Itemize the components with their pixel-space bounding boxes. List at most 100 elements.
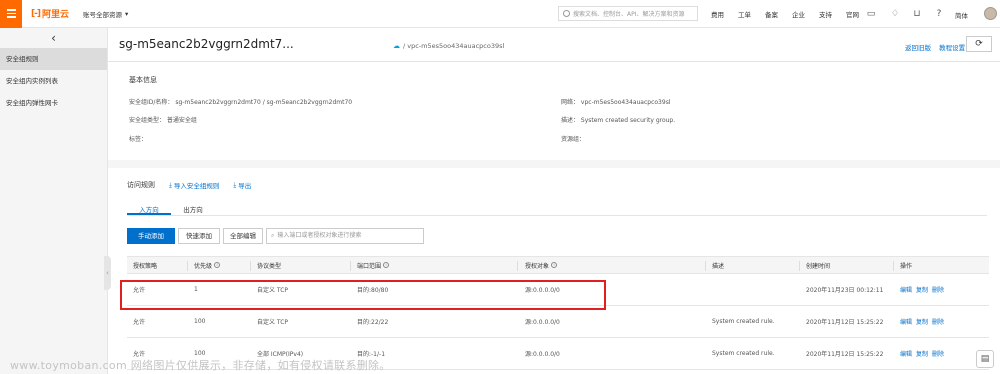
back-to-old-link[interactable]: 返回旧版 (905, 44, 931, 52)
import-rules-link[interactable]: ⤓ 导入安全组规则 (169, 180, 220, 191)
delete-link[interactable]: 删除 (932, 285, 944, 294)
highlight-box (120, 280, 606, 310)
nav-item-billing[interactable]: 费用 (711, 9, 724, 19)
col-separator (350, 261, 351, 271)
col-separator (705, 261, 706, 271)
divider (108, 61, 1000, 62)
sidebar-item-instances[interactable]: 安全组内实例列表 (0, 70, 107, 92)
cell-created: 2020年11月12日 15:25:22 (806, 319, 884, 326)
back-chevron-icon[interactable]: ‹ (0, 28, 107, 48)
cell-source: 源:0.0.0.0/0 (525, 351, 560, 358)
cloud-icon: ☁ (393, 42, 400, 50)
cell-created: 2020年11月23日 00:12:11 (806, 287, 884, 294)
tab-inbound[interactable]: 入方向 (127, 200, 171, 215)
filter-search-icon: ⌕ (271, 232, 275, 239)
language-switch[interactable]: 简体 (955, 10, 968, 20)
manual-add-button[interactable]: 手动添加 (127, 228, 175, 244)
user-avatar[interactable] (984, 7, 997, 20)
nav-item-enterprise[interactable]: 企业 (792, 9, 805, 19)
help-icon[interactable]: ? (934, 9, 944, 19)
menu-icon[interactable] (0, 0, 22, 28)
cell-actions: 编辑 复制 删除 (900, 338, 948, 369)
col-description: 描述 (712, 262, 725, 270)
col-separator (250, 261, 251, 271)
col-separator (893, 261, 894, 271)
logo-text: 阿里云 (41, 10, 69, 20)
table-header: 授权策略 优先级 i 协议类型 端口范围 i 授权对象 i 描述 创建时间 操作 (127, 256, 989, 274)
nav-item-ticket[interactable]: 工单 (738, 9, 751, 19)
global-search-input[interactable]: 搜索文档、控制台、API、解决方案和资源 (558, 6, 698, 21)
delete-link[interactable]: 删除 (932, 317, 944, 326)
account-selector-label: 账号全部资源 (82, 10, 122, 19)
table-row: 允许 100 自定义 TCP 目的:22/22 源:0.0.0.0/0 Syst… (127, 306, 989, 338)
sidebar-item-rules[interactable]: 安全组规则 (0, 48, 107, 70)
col-port-label: 端口范围 (357, 262, 382, 270)
cell-priority: 100 (194, 318, 206, 325)
basic-info-title: 基本信息 (129, 76, 157, 84)
copy-link[interactable]: 复制 (916, 317, 928, 326)
title-vpc-text: / vpc-m5es5oo434auacpco39sl (403, 42, 505, 50)
copy-link[interactable]: 复制 (916, 349, 928, 358)
field-resource-group: 资源组： (561, 136, 586, 143)
header-links: 返回旧版 教程设置 (905, 42, 971, 52)
cell-description: System created rule. (712, 318, 775, 325)
top-nav: 费用 工单 备案 企业 支持 官网 (711, 0, 873, 28)
chat-icon[interactable]: ▤ (976, 350, 994, 368)
copy-link[interactable]: 复制 (916, 285, 928, 294)
cell-created: 2020年11月12日 15:25:22 (806, 351, 884, 358)
field-tags: 标签： (129, 136, 148, 143)
col-port: 端口范围 i (357, 257, 390, 273)
search-placeholder: 搜索文档、控制台、API、解决方案和资源 (573, 11, 685, 18)
terminal-icon[interactable]: ▭ (866, 9, 876, 19)
info-icon[interactable]: i (383, 262, 390, 268)
nav-item-icp[interactable]: 备案 (765, 9, 778, 19)
cell-source: 源:0.0.0.0/0 (525, 319, 560, 326)
account-selector[interactable]: 账号全部资源 ▾ (83, 9, 128, 19)
field-id-name: 安全组ID/名称： sg-m5eanc2b2vggrn2dmt70 / sg-m… (129, 99, 353, 106)
edit-link[interactable]: 编辑 (900, 285, 912, 294)
caret-down-icon: ▾ (124, 9, 129, 18)
cell-actions: 编辑 复制 删除 (900, 274, 948, 305)
nav-item-support[interactable]: 支持 (819, 9, 832, 19)
col-protocol: 协议类型 (257, 262, 282, 270)
col-priority: 优先级 i (194, 257, 221, 273)
cart-icon[interactable]: ⊔ (912, 9, 922, 19)
delete-link[interactable]: 删除 (932, 349, 944, 358)
logo-mark-icon: [-] (31, 8, 41, 19)
col-separator (517, 261, 518, 271)
export-link[interactable]: ⤓ 导出 (233, 180, 252, 191)
sidebar-item-enis[interactable]: 安全组内弹性网卡 (0, 92, 107, 114)
edit-all-button[interactable]: 全部编辑 (223, 228, 263, 244)
import-icon: ⤓ (169, 180, 172, 189)
info-icon[interactable]: i (551, 262, 558, 268)
bell-icon[interactable]: ♢ (890, 9, 900, 19)
field-type: 安全组类型： 普通安全组 (129, 117, 197, 124)
export-icon: ⤓ (233, 180, 237, 189)
cell-description: System created rule. (712, 350, 775, 357)
col-priority-label: 优先级 (194, 262, 213, 270)
direction-tabs: 入方向 出方向 (127, 200, 987, 216)
rule-filter-input[interactable]: ⌕ 输入端口或者授权对象进行搜索 (266, 228, 424, 244)
refresh-button[interactable]: ⟳ (966, 36, 992, 52)
tab-outbound[interactable]: 出方向 (171, 200, 215, 215)
search-icon (563, 10, 570, 17)
tutorial-settings-link[interactable]: 教程设置 (939, 44, 965, 52)
cell-protocol: 自定义 TCP (257, 319, 289, 326)
filter-placeholder: 输入端口或者授权对象进行搜索 (277, 232, 362, 239)
col-source-label: 授权对象 (525, 262, 550, 270)
nav-item-website[interactable]: 官网 (846, 9, 859, 19)
edit-link[interactable]: 编辑 (900, 317, 912, 326)
export-label: 导出 (238, 182, 252, 190)
watermark-text: www.toymoban.com 网络图片仅供展示，非存储，如有侵权请联系删除。 (10, 359, 391, 372)
aliyun-logo[interactable]: [-] 阿里云 (31, 7, 69, 21)
import-rules-label: 导入安全组规则 (173, 182, 220, 190)
col-actions: 操作 (900, 262, 913, 270)
quick-add-button[interactable]: 快速添加 (178, 228, 220, 244)
col-created: 创建时间 (806, 262, 831, 270)
edit-link[interactable]: 编辑 (900, 349, 912, 358)
col-source: 授权对象 i (525, 257, 558, 273)
info-icon[interactable]: i (214, 262, 221, 268)
cell-actions: 编辑 复制 删除 (900, 306, 948, 337)
main-content: sg-m5eanc2b2vggrn2dmt7... ☁ / vpc-m5es5o… (108, 28, 1000, 374)
col-policy: 授权策略 (133, 262, 158, 270)
